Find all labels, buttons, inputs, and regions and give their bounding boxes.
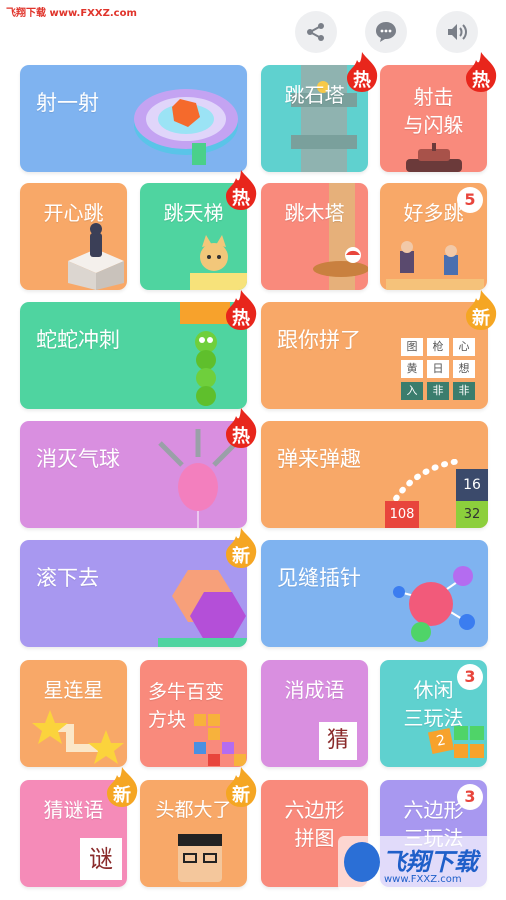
crossword-grid-art: 图 枪 心 黄 日 想 入 非 非: [401, 338, 481, 404]
hot-badge: 热: [343, 52, 381, 92]
new-badge: 新: [222, 528, 260, 568]
badge-text: 热: [472, 70, 490, 91]
hot-badge: 热: [222, 170, 260, 210]
new-badge: 新: [103, 767, 141, 807]
badge-text: 热: [353, 70, 371, 91]
watermark-text: 飞翔下载 www.FXXZ.com: [6, 8, 137, 19]
game-tile-jump-wood-tower[interactable]: 跳木塔: [261, 183, 368, 290]
number-block: 108: [385, 501, 419, 528]
crossword-cell: 枪: [427, 338, 449, 356]
badge-text: 热: [232, 188, 250, 209]
game-label: 射一射: [36, 91, 99, 115]
game-label: 弹来弹趣: [277, 447, 361, 471]
game-label: 消灭气球: [36, 447, 120, 471]
game-tile-star-link[interactable]: 星连星: [20, 660, 127, 767]
runners-art: [386, 241, 484, 290]
game-tile-pop-balloon[interactable]: 消灭气球: [20, 421, 247, 528]
game-tile-bounce-fun[interactable]: 弹来弹趣 16 108 32: [261, 421, 488, 528]
share-button[interactable]: [295, 11, 337, 53]
stars-art: [32, 710, 124, 764]
watermark-brand: 飞翔下载: [382, 848, 478, 876]
badge-text: 新: [113, 785, 131, 806]
badge-text: 新: [232, 785, 250, 806]
crossword-cell: 非: [453, 382, 475, 400]
game-tile-snake-dash[interactable]: 蛇蛇冲刺: [20, 302, 247, 409]
crossword-cell: 想: [453, 360, 475, 378]
badge-text: 新: [472, 308, 490, 329]
game-tile-happy-jump[interactable]: 开心跳: [20, 183, 127, 290]
watermark-url: www.FXXZ.com: [384, 874, 462, 885]
number-block: 16: [456, 469, 488, 501]
game-tile-idiom-match[interactable]: 消成语 猜: [261, 660, 368, 767]
molecule-art: [393, 566, 475, 642]
feedback-button[interactable]: [365, 11, 407, 53]
cat-character-art: [190, 235, 247, 290]
game-tile-shoot[interactable]: 射一射: [20, 65, 247, 172]
star-tiles-art: [454, 726, 484, 758]
new-badge: 新: [462, 290, 500, 330]
badge-text: 热: [232, 308, 250, 329]
count-badge: 5: [457, 187, 483, 213]
hot-badge: 热: [222, 290, 260, 330]
count-badge: 3: [457, 664, 483, 690]
sound-button[interactable]: [436, 11, 478, 53]
chess-piece-art: [68, 223, 124, 290]
puzzle-number: 2: [427, 727, 455, 755]
game-tile-fight-you[interactable]: 跟你拼了 图 枪 心 黄 日 想 入 非 非: [261, 302, 488, 409]
badge-text: 新: [232, 546, 250, 567]
game-label: 滚下去: [36, 566, 99, 590]
crossword-cell: 日: [427, 360, 449, 378]
tetris-blocks-art: [194, 714, 246, 766]
game-tile-roll-down[interactable]: 滚下去: [20, 540, 247, 647]
hot-badge: 热: [222, 408, 260, 448]
game-label: 消成语: [284, 678, 345, 702]
speaker-icon: [448, 24, 467, 40]
target-ring-art: [134, 89, 238, 165]
game-tile-needle-gap[interactable]: 见缝插针: [261, 540, 488, 647]
riddle-card: 谜: [80, 838, 122, 880]
tank-art: [406, 143, 462, 172]
game-tile-many-jumps[interactable]: 好多跳 5: [380, 183, 487, 290]
crossword-cell: 非: [427, 382, 449, 400]
game-label: 蛇蛇冲刺: [36, 328, 120, 352]
crossword-cell: 心: [453, 338, 475, 356]
game-label: 见缝插针: [277, 566, 361, 590]
brand-logo-icon: [344, 842, 380, 882]
game-label: 跳木塔: [284, 201, 345, 225]
crossword-cell: 黄: [401, 360, 423, 378]
crossword-cell: 入: [401, 382, 423, 400]
watermark-logo: 飞翔下载 www.FXXZ.com: [338, 836, 498, 892]
hot-badge: 热: [462, 52, 500, 92]
number-block: 32: [456, 501, 488, 528]
new-badge: 新: [222, 767, 260, 807]
chat-bubble-icon: [376, 22, 396, 42]
game-label: 跟你拼了: [277, 328, 361, 352]
game-tile-block-puzzle[interactable]: 多牛百变 方块: [140, 660, 247, 767]
share-icon: [307, 23, 324, 41]
game-label: 星连星: [43, 678, 104, 702]
idiom-card: 猜: [319, 722, 357, 760]
boy-face-art: [178, 834, 222, 882]
badge-text: 热: [232, 426, 250, 447]
game-tile-three-modes[interactable]: 休闲 三玩法 2 3: [380, 660, 487, 767]
crossword-cell: 图: [401, 338, 423, 356]
hexagon-art: [158, 570, 247, 647]
count-badge: 3: [457, 784, 483, 810]
